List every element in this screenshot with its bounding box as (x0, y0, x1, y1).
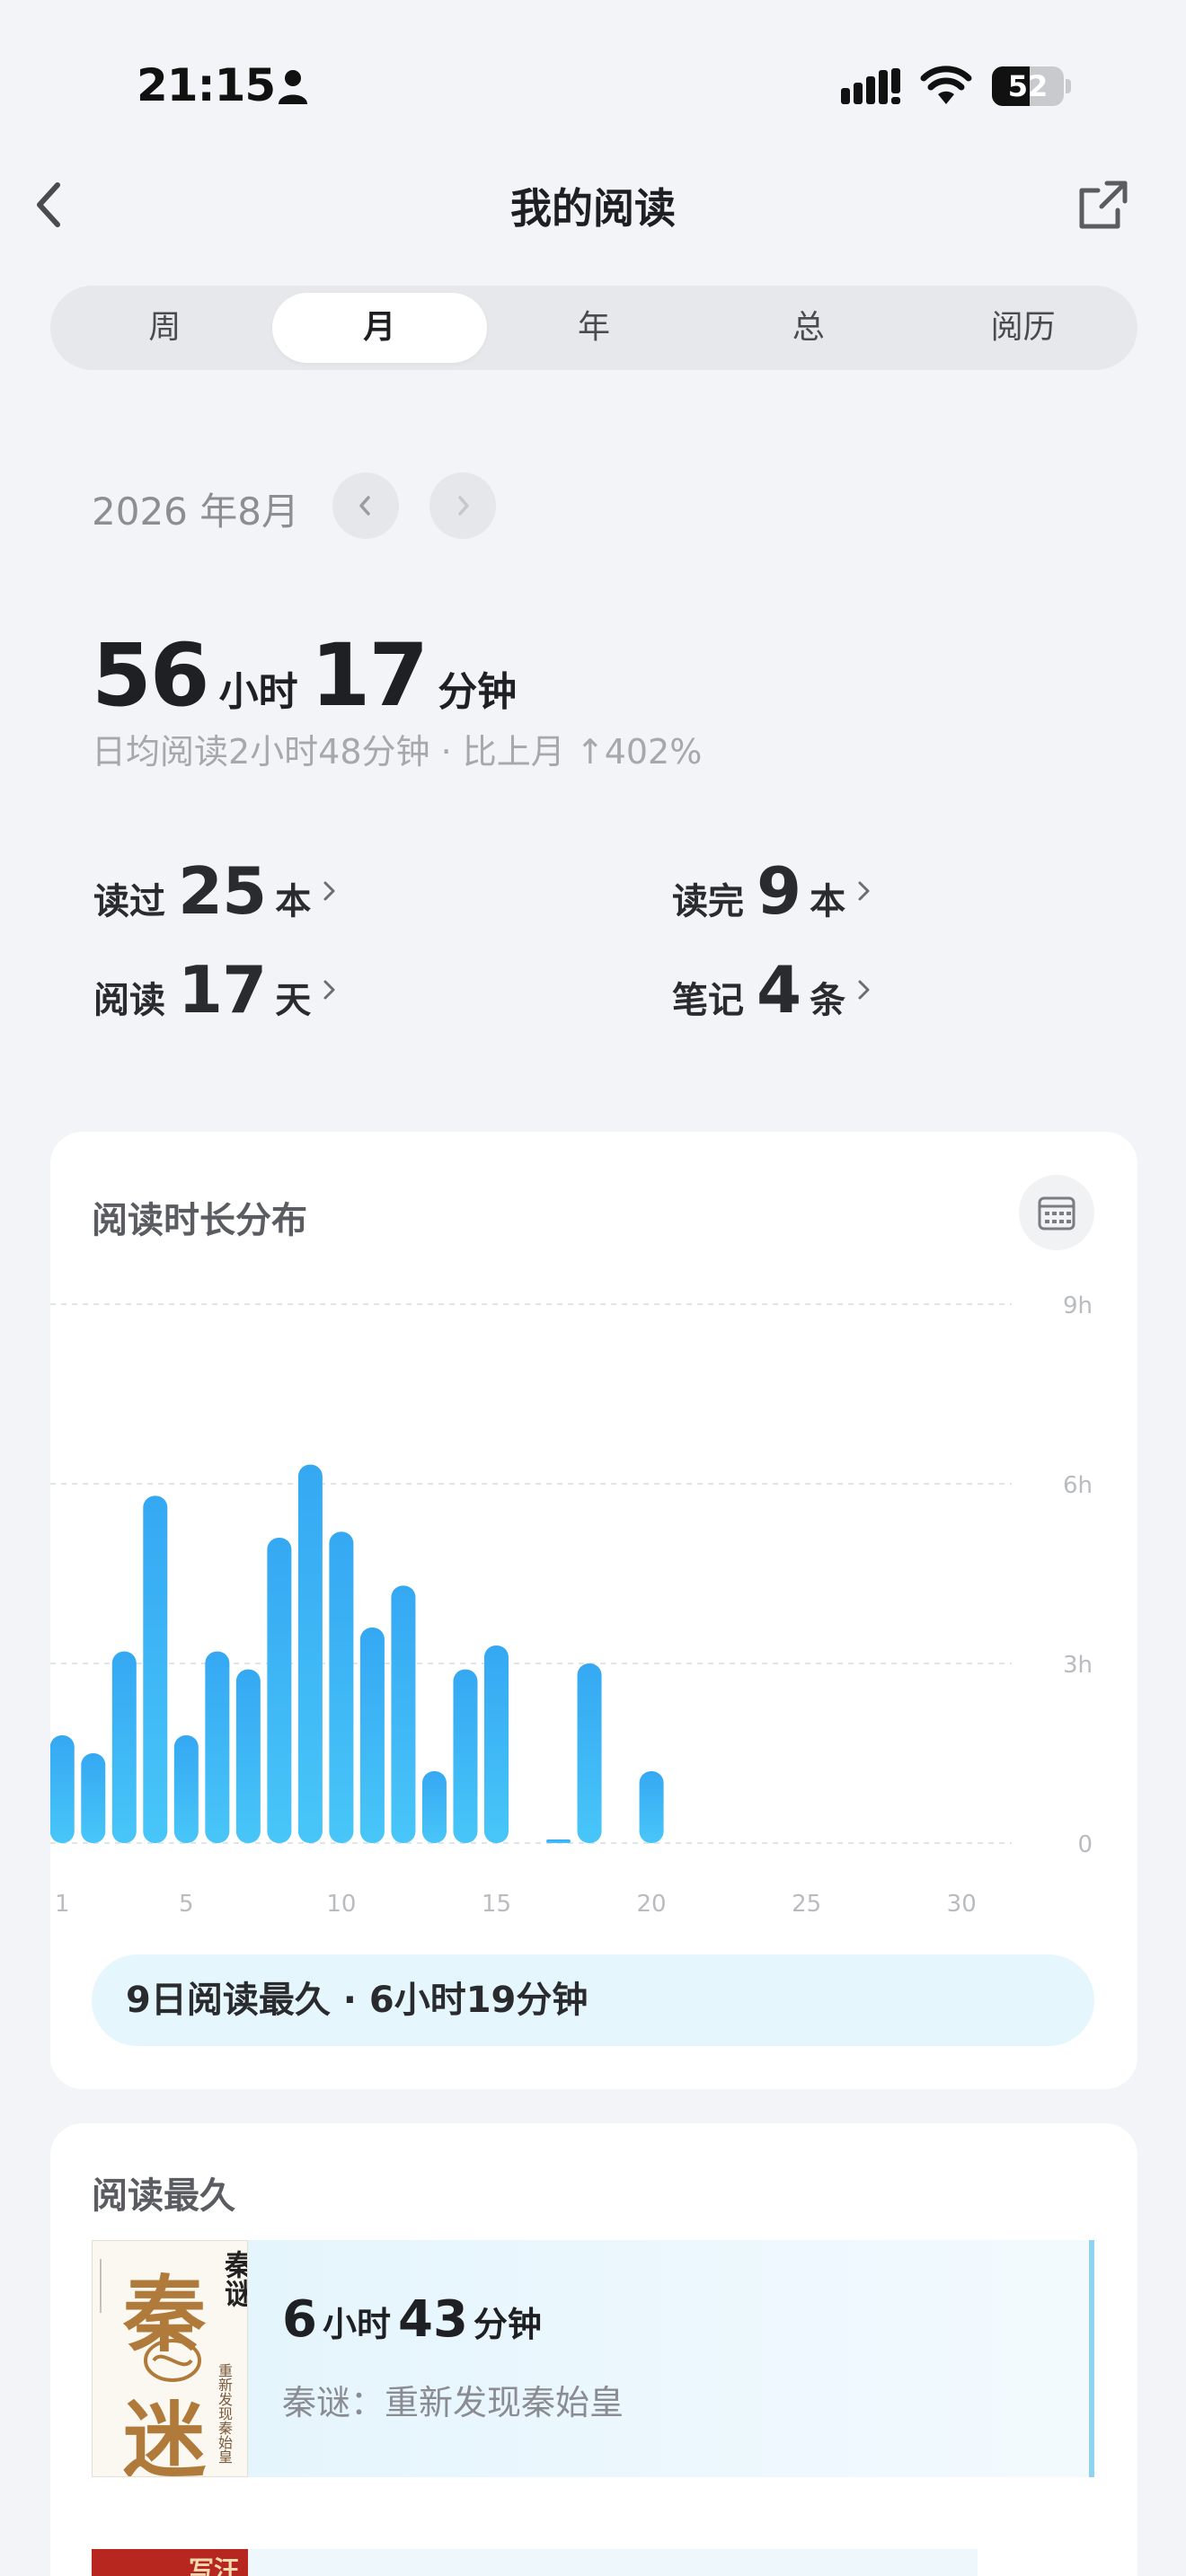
chart-bar[interactable] (143, 1495, 168, 1843)
stat-notes[interactable]: 笔记 4 条 (672, 952, 874, 1028)
chevron-right-icon (458, 496, 469, 516)
book-minutes: 43 (397, 2290, 468, 2349)
stat-label: 阅读 (93, 980, 165, 1021)
stat-value: 17 (178, 952, 267, 1028)
cover-big-char-2: 迷 (123, 2392, 207, 2477)
total-hours: 56 (92, 625, 210, 726)
stat-unit: 天 (275, 980, 312, 1021)
prev-month-button[interactable] (332, 472, 399, 539)
share-icon[interactable] (1075, 176, 1132, 234)
chevron-right-icon (858, 980, 870, 1000)
hours-unit: 小时 (218, 669, 298, 715)
book-cover: 秦谜 秦 迷 重新发现秦始皇 (92, 2240, 248, 2477)
chart-bar[interactable] (111, 1651, 137, 1843)
stat-books-finished[interactable]: 读完 9 本 (672, 853, 874, 929)
stat-unit: 本 (810, 881, 846, 922)
x-tick-label: 1 (55, 1891, 70, 1918)
x-tick-label: 15 (482, 1891, 511, 1918)
tab-week[interactable]: 周 (58, 293, 272, 363)
page-title: 我的阅读 (510, 184, 676, 233)
x-tick-label: 30 (947, 1891, 977, 1918)
cover-subtitle: 重新发现秦始皇 (216, 2363, 233, 2464)
cover-title-top: 秦谜 (220, 2250, 248, 2307)
chevron-left-icon (359, 496, 370, 516)
chart-bar[interactable] (639, 1771, 664, 1843)
daily-average: 日均阅读2小时48分钟 · 比上月 ↑402% (92, 732, 703, 772)
book-row[interactable]: 写汪 (92, 2549, 978, 2576)
chart-bar[interactable] (546, 1839, 571, 1843)
chevron-right-icon (323, 980, 335, 1000)
book-minutes-unit: 分钟 (473, 2305, 542, 2344)
calendar-button[interactable] (1019, 1175, 1094, 1250)
signal-icon (841, 68, 900, 104)
chart-bar[interactable] (391, 1585, 416, 1843)
calendar-icon (1038, 1196, 1075, 1231)
chart-bar[interactable] (173, 1735, 199, 1843)
book-row[interactable]: 秦谜 秦 迷 重新发现秦始皇 6 小时 43 分钟 秦谜：重新发现秦始皇 (92, 2240, 1094, 2477)
tab-history[interactable]: 阅历 (916, 293, 1130, 363)
stat-label: 笔记 (672, 980, 744, 1021)
chart-bar[interactable] (205, 1651, 230, 1843)
dragon-emblem-icon (144, 2339, 201, 2382)
month-label: 2026 年8月 (92, 490, 299, 534)
chart-bar[interactable] (453, 1669, 478, 1843)
book-reading-time: 6 小时 43 分钟 (282, 2290, 549, 2349)
reading-distribution-chart: 03h6h9h1 5 10 15 20 25 30 (50, 1292, 1093, 1918)
chart-bar[interactable] (359, 1628, 385, 1843)
stat-unit: 条 (810, 980, 846, 1021)
chart-bar[interactable] (483, 1645, 509, 1843)
minutes-unit: 分钟 (438, 669, 518, 715)
battery-icon: 52 (992, 66, 1071, 106)
book-hours-unit: 小时 (322, 2305, 391, 2344)
y-tick-label: 9h (1063, 1292, 1093, 1319)
y-tick-label: 0 (1077, 1831, 1093, 1858)
total-reading-time: 56 小时 17 分钟 (92, 625, 529, 726)
x-tick-label: 10 (326, 1891, 356, 1918)
stat-value: 25 (178, 853, 267, 929)
stat-unit: 本 (275, 881, 312, 922)
chart-bar[interactable] (235, 1669, 261, 1843)
tab-month[interactable]: 月 (271, 293, 487, 363)
chart-bar[interactable] (267, 1538, 292, 1843)
y-tick-label: 6h (1063, 1472, 1093, 1499)
chevron-right-icon (858, 881, 870, 901)
x-tick-label: 5 (179, 1891, 194, 1918)
chart-bar[interactable] (81, 1753, 106, 1843)
chart-bar[interactable] (297, 1464, 323, 1843)
best-day-banner: 9日阅读最久 · 6小时19分钟 (92, 1954, 1094, 2046)
cover-title-top: 写汪 (189, 2555, 240, 2576)
x-tick-label: 20 (637, 1891, 667, 1918)
stat-value: 4 (757, 952, 801, 1028)
distribution-title: 阅读时长分布 (92, 1200, 307, 1241)
chart-bar[interactable] (421, 1771, 447, 1843)
y-tick-label: 3h (1063, 1652, 1093, 1679)
stat-value: 9 (757, 853, 801, 929)
person-icon (279, 70, 307, 104)
stat-reading-days[interactable]: 阅读 17 天 (93, 952, 340, 1028)
chart-bar[interactable] (577, 1663, 602, 1843)
total-minutes: 17 (310, 625, 429, 726)
period-tabs: 周 月 年 总 阅历 (50, 286, 1137, 370)
longest-reading-title: 阅读最久 (92, 2175, 235, 2217)
chevron-right-icon (323, 881, 335, 901)
stat-label: 读过 (93, 881, 165, 922)
book-hours: 6 (282, 2290, 317, 2349)
battery-level-text: 52 (1007, 69, 1049, 103)
stat-books-read[interactable]: 读过 25 本 (93, 853, 340, 929)
x-tick-label: 25 (792, 1891, 821, 1918)
chevron-left-icon[interactable] (27, 176, 72, 234)
stat-label: 读完 (672, 881, 744, 922)
next-month-button[interactable] (429, 472, 496, 539)
chart-bar[interactable] (329, 1531, 354, 1843)
chart-bar[interactable] (50, 1735, 75, 1843)
tab-year[interactable]: 年 (487, 293, 702, 363)
book-title: 秦谜：重新发现秦始皇 (282, 2383, 624, 2422)
wifi-icon (920, 66, 972, 104)
tab-total[interactable]: 总 (701, 293, 916, 363)
status-time: 21:15 (137, 59, 276, 111)
